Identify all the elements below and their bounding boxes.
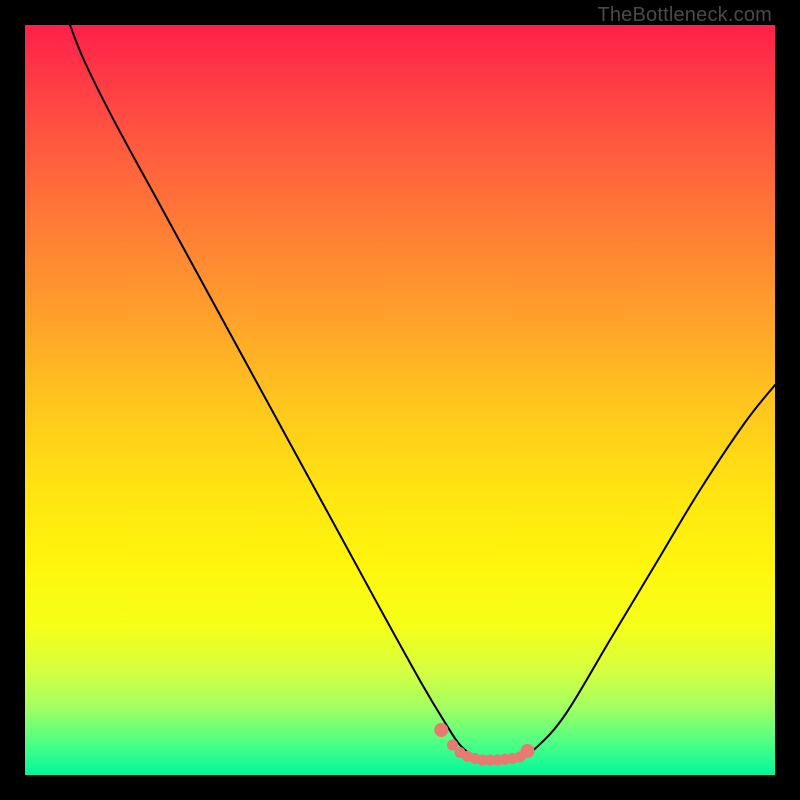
- plot-area: [25, 25, 775, 775]
- chart-svg: [25, 25, 775, 775]
- bottleneck-curve: [70, 25, 775, 760]
- watermark-text: TheBottleneck.com: [597, 4, 772, 27]
- chart-frame: TheBottleneck.com: [0, 0, 800, 800]
- valley-marker-end: [434, 723, 448, 737]
- valley-marker-end: [521, 744, 535, 758]
